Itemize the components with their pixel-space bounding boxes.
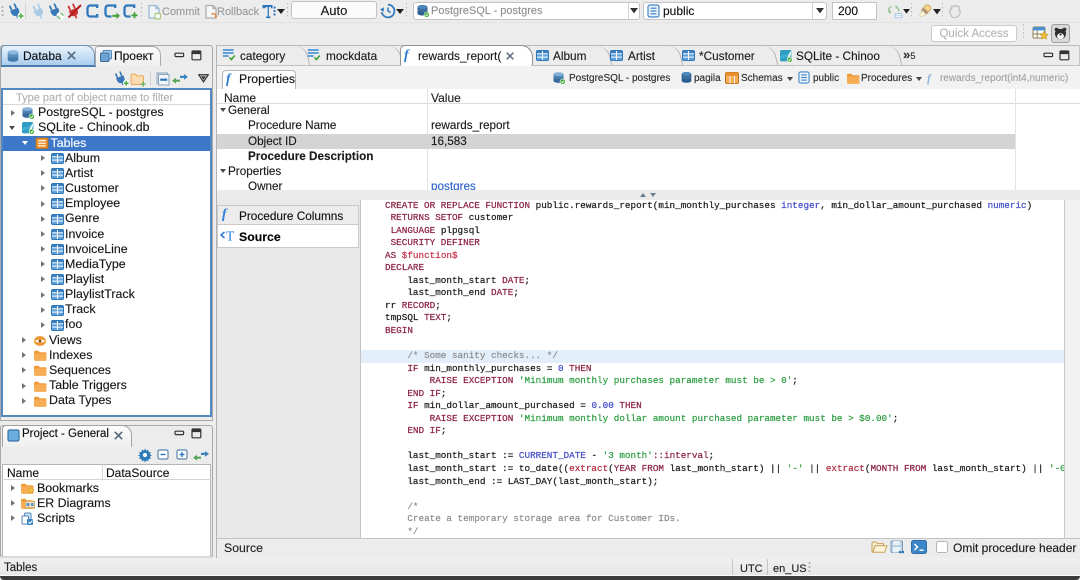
svg-text:f: f (222, 206, 228, 221)
svg-text:f: f (226, 71, 232, 86)
svg-text:f: f (404, 48, 410, 62)
svg-text:T: T (226, 229, 235, 244)
svg-text:f: f (927, 71, 932, 85)
